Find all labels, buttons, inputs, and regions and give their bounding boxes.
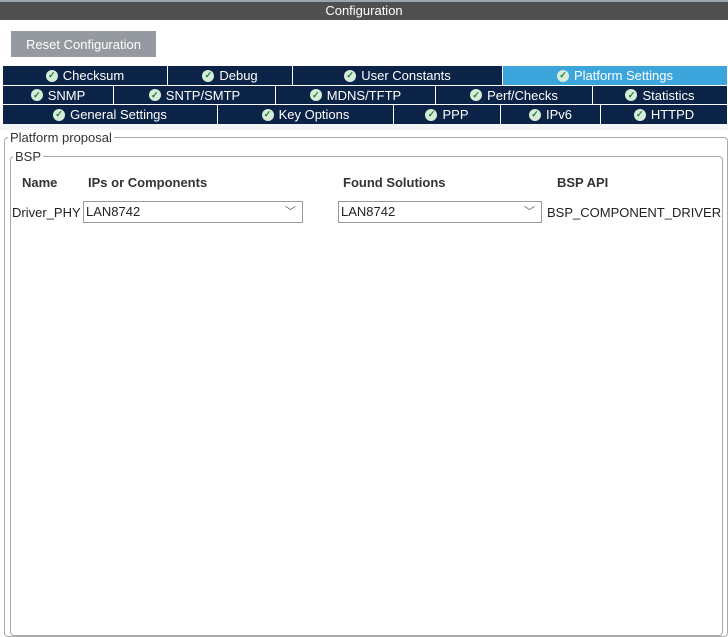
tab-httpd[interactable]: ✓ HTTPD [601, 104, 728, 124]
tab-ppp[interactable]: ✓ PPP [394, 104, 501, 124]
tab-label: Key Options [278, 107, 350, 122]
tab-platform-settings[interactable]: ✓ Platform Settings [503, 66, 728, 85]
window-title: Configuration [0, 0, 728, 20]
chevron-down-icon: ﹀ [524, 206, 535, 218]
header-found: Found Solutions [343, 175, 446, 190]
tab-ipv6[interactable]: ✓ IPv6 [501, 104, 601, 124]
check-icon: ✓ [528, 108, 541, 121]
header-api: BSP API [557, 175, 609, 190]
check-icon: ✓ [309, 89, 322, 101]
check-icon: ✓ [344, 69, 357, 82]
check-icon: ✓ [470, 89, 483, 101]
bsp-group [10, 156, 723, 636]
found-select[interactable]: LAN8742 ﹀ [338, 201, 542, 223]
tab-debug[interactable]: ✓ Debug [168, 66, 293, 85]
tab-label: PPP [442, 107, 469, 122]
header-ips: IPs or Components [88, 175, 208, 190]
check-icon: ✓ [45, 69, 58, 82]
tab-key-options[interactable]: ✓ Key Options [218, 104, 394, 124]
tab-label: General Settings [70, 107, 167, 122]
check-icon: ✓ [261, 108, 274, 121]
found-value: LAN8742 [341, 204, 396, 219]
ips-value: LAN8742 [86, 204, 141, 219]
tab-label: Debug [219, 68, 258, 83]
check-icon: ✓ [30, 89, 43, 101]
chevron-down-icon: ﹀ [285, 206, 296, 218]
ips-select[interactable]: LAN8742 ﹀ [83, 201, 303, 223]
tab-label: Platform Settings [574, 68, 673, 83]
bsp-label: BSP [13, 149, 44, 164]
tab-statistics[interactable]: ✓ Statistics [593, 85, 728, 104]
platform-proposal-label: Platform proposal [8, 130, 114, 145]
tab-general-settings[interactable]: ✓ General Settings [3, 104, 218, 124]
tab-label: Checksum [62, 68, 125, 83]
check-icon: ✓ [633, 108, 646, 121]
check-icon: ✓ [557, 69, 569, 82]
tab-label: SNMP [47, 87, 86, 103]
tab-mdns-tftp[interactable]: ✓ MDNS/TFTP [276, 85, 436, 104]
check-icon: ✓ [202, 69, 215, 82]
tab-label: Perf/Checks [487, 87, 558, 103]
tab-label: User Constants [361, 68, 451, 83]
check-icon: ✓ [625, 89, 638, 101]
tab-label: SNTP/SMTP [165, 87, 241, 103]
tab-label: Statistics [642, 87, 695, 103]
tab-label: MDNS/TFTP [326, 87, 402, 103]
tab-label: IPv6 [545, 107, 572, 122]
driver-name: Driver_PHY [12, 205, 81, 220]
check-icon: ✓ [148, 89, 161, 101]
tab-user-constants[interactable]: ✓ User Constants [293, 66, 503, 85]
tab-label: HTTPD [650, 107, 695, 122]
tab-checksum[interactable]: ✓ Checksum [3, 66, 168, 85]
check-icon: ✓ [53, 108, 66, 121]
tab-sntp-smtp[interactable]: ✓ SNTP/SMTP [114, 85, 276, 104]
tab-perf-checks[interactable]: ✓ Perf/Checks [436, 85, 593, 104]
tab-snmp[interactable]: ✓ SNMP [3, 85, 114, 104]
reset-configuration-button[interactable]: Reset Configuration [11, 31, 156, 57]
header-name: Name [22, 175, 58, 190]
check-icon: ✓ [425, 108, 438, 121]
bsp-api-value: BSP_COMPONENT_DRIVER [547, 205, 722, 220]
